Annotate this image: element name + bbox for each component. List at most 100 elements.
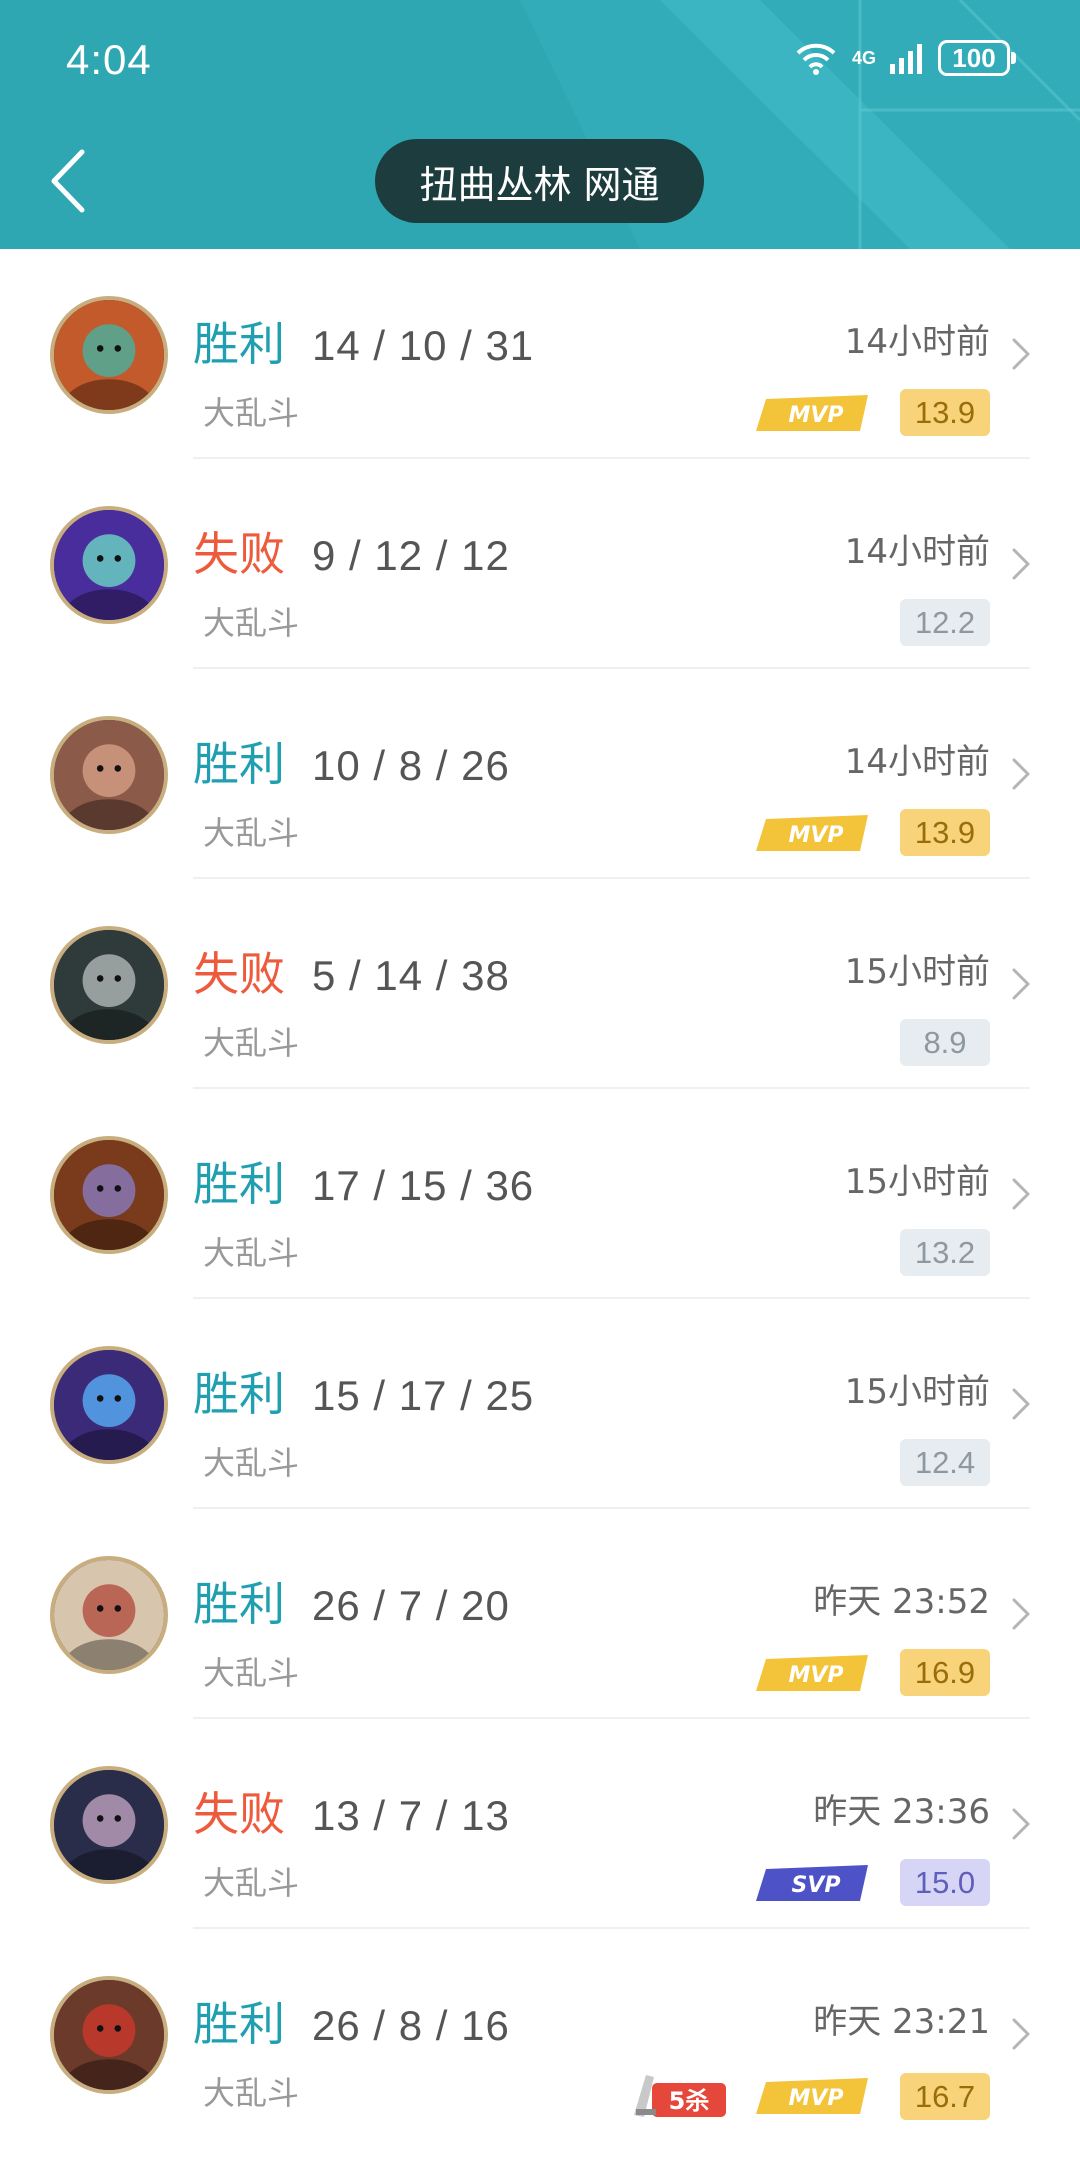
champion-portrait bbox=[54, 1560, 164, 1670]
badge-group: MVP 16.9 bbox=[756, 1649, 990, 1696]
match-time: 14小时前 bbox=[844, 742, 990, 782]
champion-portrait bbox=[54, 510, 164, 620]
kda-text: 14 / 10 / 31 bbox=[312, 322, 535, 369]
game-mode: 大乱斗 bbox=[203, 1444, 300, 1482]
match-result: 胜利 bbox=[193, 317, 285, 371]
match-result: 胜利 bbox=[193, 1577, 285, 1631]
game-mode: 大乱斗 bbox=[203, 1654, 300, 1692]
game-mode: 大乱斗 bbox=[203, 814, 300, 852]
match-row[interactable]: 失败 5 / 14 / 38 大乱斗 15小时前 8.9 bbox=[0, 879, 1080, 1089]
status-time: 4:04 bbox=[66, 36, 152, 83]
score-badge: 12.2 bbox=[900, 599, 990, 646]
badge-group: SVP 15.0 bbox=[756, 1859, 990, 1906]
header-bar: 4:04 4G 100 扭曲丛林 网通 bbox=[0, 0, 1080, 249]
match-row[interactable]: 胜利 14 / 10 / 31 大乱斗 14小时前 MVP 13.9 bbox=[0, 249, 1080, 459]
sword-icon: 5杀 bbox=[634, 2075, 726, 2117]
chevron-right-icon bbox=[1012, 1388, 1030, 1420]
network-group: 4G bbox=[851, 48, 876, 68]
signal-icon bbox=[890, 44, 922, 74]
badge-group: 13.2 bbox=[900, 1229, 990, 1276]
svg-text:MVP: MVP bbox=[788, 403, 843, 428]
match-row[interactable]: 失败 9 / 12 / 12 大乱斗 14小时前 12.2 bbox=[0, 459, 1080, 669]
back-arrow-icon[interactable] bbox=[44, 146, 94, 216]
match-time: 昨天 23:21 bbox=[813, 2002, 990, 2042]
badge-group: 12.4 bbox=[900, 1439, 990, 1486]
champion-portrait bbox=[54, 930, 164, 1040]
game-mode: 大乱斗 bbox=[203, 394, 300, 432]
match-time: 昨天 23:36 bbox=[813, 1792, 990, 1832]
score-badge: 16.7 bbox=[900, 2072, 990, 2120]
game-mode: 大乱斗 bbox=[203, 604, 300, 642]
champion-portrait bbox=[54, 1770, 164, 1880]
kda-text: 26 / 8 / 16 bbox=[312, 2002, 510, 2049]
svp-badge-icon: SVP bbox=[756, 1864, 868, 1901]
match-time: 14小时前 bbox=[844, 322, 990, 362]
match-result: 失败 bbox=[193, 1787, 285, 1841]
chevron-right-icon bbox=[1012, 1808, 1030, 1840]
champion-avatar bbox=[50, 1346, 168, 1464]
game-mode: 大乱斗 bbox=[203, 2074, 300, 2112]
match-result: 胜利 bbox=[193, 1997, 285, 2051]
score-badge: 15.0 bbox=[900, 1859, 990, 1906]
match-result: 胜利 bbox=[193, 737, 285, 791]
match-row[interactable]: 胜利 26 / 8 / 16 大乱斗 昨天 23:21 5杀 MVP 16.7 bbox=[0, 1929, 1080, 2139]
score-badge: 12.4 bbox=[900, 1439, 990, 1486]
match-row[interactable]: 胜利 26 / 7 / 20 大乱斗 昨天 23:52 MVP 16.9 bbox=[0, 1509, 1080, 1719]
game-mode: 大乱斗 bbox=[203, 1864, 300, 1902]
champion-avatar bbox=[50, 1136, 168, 1254]
wifi-icon bbox=[796, 43, 836, 75]
game-mode: 大乱斗 bbox=[203, 1234, 300, 1272]
kda-text: 17 / 15 / 36 bbox=[312, 1162, 535, 1209]
game-mode: 大乱斗 bbox=[203, 1024, 300, 1062]
match-row[interactable]: 胜利 10 / 8 / 26 大乱斗 14小时前 MVP 13.9 bbox=[0, 669, 1080, 879]
page-title: 扭曲丛林 网通 bbox=[375, 139, 704, 223]
kda-text: 10 / 8 / 26 bbox=[312, 742, 510, 789]
svg-text:SVP: SVP bbox=[792, 1873, 841, 1898]
score-badge: 16.9 bbox=[900, 1649, 990, 1696]
match-result: 胜利 bbox=[193, 1157, 285, 1211]
champion-avatar bbox=[50, 1976, 168, 2094]
chevron-right-icon bbox=[1012, 338, 1030, 370]
match-time: 15小时前 bbox=[844, 1372, 990, 1412]
match-row[interactable]: 失败 13 / 7 / 13 大乱斗 昨天 23:36 SVP 15.0 bbox=[0, 1719, 1080, 1929]
chevron-right-icon bbox=[1012, 548, 1030, 580]
kda-text: 9 / 12 / 12 bbox=[312, 532, 510, 579]
kda-text: 15 / 17 / 25 bbox=[312, 1372, 535, 1419]
match-row[interactable]: 胜利 15 / 17 / 25 大乱斗 15小时前 12.4 bbox=[0, 1299, 1080, 1509]
champion-portrait bbox=[54, 1140, 164, 1250]
network-label: 4G bbox=[851, 48, 876, 68]
kda-text: 13 / 7 / 13 bbox=[312, 1792, 510, 1839]
match-time: 14小时前 bbox=[844, 532, 990, 572]
chevron-right-icon bbox=[1012, 2018, 1030, 2050]
chevron-right-icon bbox=[1012, 758, 1030, 790]
mvp-badge-icon: MVP bbox=[756, 814, 868, 851]
champion-avatar bbox=[50, 926, 168, 1044]
match-row[interactable]: 胜利 17 / 15 / 36 大乱斗 15小时前 13.2 bbox=[0, 1089, 1080, 1299]
mvp-badge-icon: MVP bbox=[756, 394, 868, 431]
champion-avatar bbox=[50, 1556, 168, 1674]
pentakill-badge: 5杀 bbox=[626, 2069, 730, 2123]
champion-portrait bbox=[54, 720, 164, 830]
score-badge: 13.9 bbox=[900, 809, 990, 856]
svg-text:MVP: MVP bbox=[788, 2086, 843, 2111]
badge-group: 8.9 bbox=[900, 1019, 990, 1066]
score-badge: 13.2 bbox=[900, 1229, 990, 1276]
champion-avatar bbox=[50, 506, 168, 624]
status-icons: 4G 100 bbox=[794, 40, 1016, 76]
chevron-right-icon bbox=[1012, 968, 1030, 1000]
match-time: 15小时前 bbox=[844, 1162, 990, 1202]
svg-text:MVP: MVP bbox=[788, 1663, 843, 1688]
champion-portrait bbox=[54, 1350, 164, 1460]
match-result: 失败 bbox=[193, 947, 285, 1001]
score-badge: 13.9 bbox=[900, 389, 990, 436]
badge-group: MVP 13.9 bbox=[756, 389, 990, 436]
kda-text: 5 / 14 / 38 bbox=[312, 952, 510, 999]
champion-portrait bbox=[54, 1980, 164, 2090]
badge-group: 5杀 MVP 16.7 bbox=[626, 2069, 990, 2123]
champion-avatar bbox=[50, 1766, 168, 1884]
chevron-right-icon bbox=[1012, 1178, 1030, 1210]
champion-avatar bbox=[50, 296, 168, 414]
kill-label: 5杀 bbox=[669, 2087, 710, 2115]
kda-text: 26 / 7 / 20 bbox=[312, 1582, 510, 1629]
match-time: 15小时前 bbox=[844, 952, 990, 992]
